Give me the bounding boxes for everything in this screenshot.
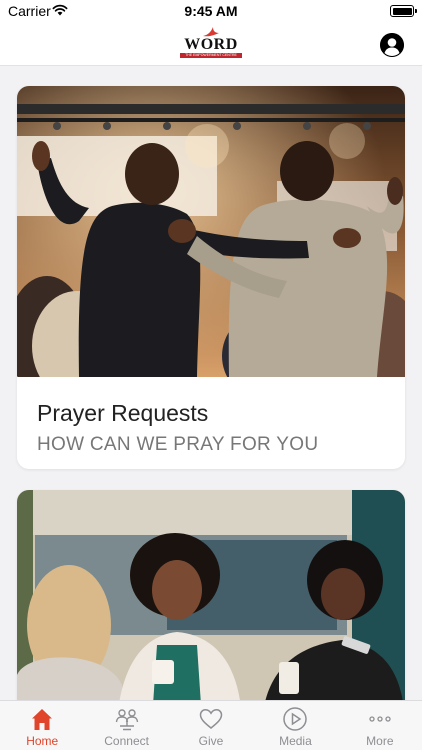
prayer-requests-card[interactable]: Prayer Requests HOW CAN WE PRAY FOR YOU — [17, 86, 405, 469]
profile-button[interactable] — [380, 33, 404, 57]
tab-more-label: More — [366, 734, 394, 748]
card-title: Prayer Requests — [37, 400, 209, 426]
clock: 9:45 AM — [184, 3, 238, 19]
tab-give[interactable]: Give — [169, 701, 253, 750]
logo-tagline: THE EMPOWERMENT CENTRE — [180, 53, 242, 58]
connect-icon — [115, 709, 138, 731]
tab-give-label: Give — [198, 734, 224, 748]
more-icon — [369, 716, 391, 722]
heart-icon — [199, 709, 223, 729]
tab-connect[interactable]: Connect — [84, 701, 168, 750]
content-feed[interactable]: Prayer Requests HOW CAN WE PRAY FOR YOU — [0, 66, 422, 700]
tab-home[interactable]: Home — [0, 701, 84, 750]
fellowship-photo — [17, 490, 405, 700]
tab-media[interactable]: Media — [253, 701, 337, 750]
nav-bar: WORD THE EMPOWERMENT CENTRE — [0, 24, 422, 66]
tab-more[interactable]: More — [338, 701, 422, 750]
app-logo: WORD THE EMPOWERMENT CENTRE — [176, 26, 246, 62]
battery-icon — [390, 5, 417, 17]
home-icon — [32, 709, 53, 730]
fellowship-card[interactable] — [17, 490, 405, 700]
person-circle-icon — [380, 33, 404, 57]
status-bar: Carrier 9:45 AM — [0, 0, 422, 24]
play-icon — [283, 707, 308, 731]
logo-wordmark: WORD — [184, 36, 238, 53]
tab-media-label: Media — [279, 734, 312, 748]
tab-home-label: Home — [26, 734, 59, 748]
card-subtitle: HOW CAN WE PRAY FOR YOU — [37, 434, 319, 455]
tab-connect-label: Connect — [104, 734, 149, 748]
tab-bar: Home Connect Give Media More — [0, 700, 422, 750]
worship-photo — [17, 86, 405, 377]
